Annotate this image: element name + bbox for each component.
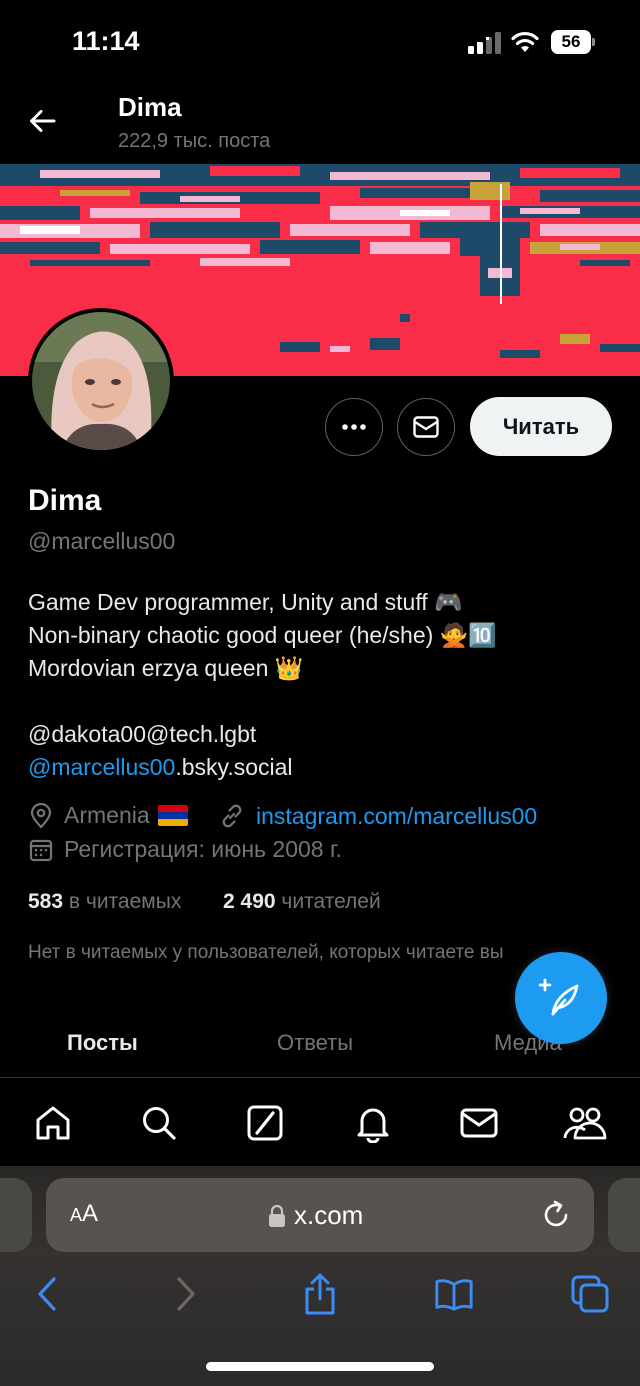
header-post-count: 222,9 тыс. поста	[118, 130, 271, 152]
link-icon	[222, 804, 242, 828]
cellular-signal-icon	[468, 32, 501, 54]
wifi-icon	[511, 31, 539, 52]
more-icon	[342, 424, 366, 430]
bio-line: Mordovian erzya queen 👑	[28, 655, 304, 681]
tabs-button[interactable]	[570, 1272, 610, 1316]
profile-website[interactable]: instagram.com/marcellus00	[218, 802, 537, 830]
bio-line: Non-binary chaotic good queer (he/she) 🙅…	[28, 622, 497, 648]
battery-level: 56	[551, 30, 591, 54]
browser-toolbar: AA x.com	[0, 1166, 640, 1386]
followers-label: читателей	[281, 890, 381, 913]
bio-line: Game Dev programmer, Unity and stuff 🎮	[28, 589, 463, 615]
reader-settings-button[interactable]: AA	[70, 1200, 98, 1228]
previous-tab-preview[interactable]	[0, 1178, 32, 1252]
follow-button[interactable]: Читать	[470, 397, 612, 456]
bio-line-rest: .bsky.social	[175, 754, 293, 780]
display-name: Dima	[28, 484, 102, 517]
grok-icon	[247, 1105, 283, 1141]
follow-stats: 583 в читаемых 2 490 читателей	[28, 890, 381, 914]
location-pin-icon	[30, 802, 52, 829]
nav-grok[interactable]	[243, 1101, 287, 1145]
lock-icon	[269, 1204, 285, 1227]
chevron-left-icon	[38, 1277, 56, 1311]
following-label: в читаемых	[68, 890, 182, 913]
nav-search[interactable]	[137, 1101, 181, 1145]
followers-count: 2 490	[223, 890, 276, 913]
share-button[interactable]	[300, 1272, 340, 1316]
profile-join-date: Регистрация: июнь 2008 г.	[28, 836, 342, 863]
header-name: Dima	[118, 92, 182, 122]
compose-feather-icon	[539, 978, 579, 1016]
battery-indicator: 56	[551, 30, 595, 54]
followers-link[interactable]: 2 490 читателей	[223, 890, 381, 913]
home-indicator[interactable]	[206, 1362, 434, 1371]
bio-mention-link[interactable]: @marcellus00	[28, 754, 175, 780]
message-button[interactable]	[397, 398, 455, 456]
calendar-icon	[29, 839, 53, 861]
join-date-text: Регистрация: июнь 2008 г.	[64, 836, 342, 862]
profile-page: 11:14 56 Dima 222,9 тыс. поста Читать Di…	[0, 0, 640, 1386]
followers-you-know: Нет в читаемых у пользователей, которых …	[28, 942, 504, 963]
aa-small: A	[70, 1205, 83, 1225]
tab-posts[interactable]: Посты	[67, 1030, 138, 1056]
profile-bio: Game Dev programmer, Unity and stuff 🎮 N…	[28, 586, 497, 784]
bio-line: @marcellus00.bsky.social	[28, 751, 497, 784]
communities-icon	[563, 1107, 607, 1140]
book-icon	[435, 1279, 473, 1311]
bio-spacer	[28, 685, 497, 718]
next-tab-preview[interactable]	[608, 1178, 640, 1252]
share-icon	[305, 1273, 335, 1315]
url-text: x.com	[294, 1200, 364, 1230]
tabs-icon	[571, 1275, 609, 1313]
status-bar: 11:14 56	[0, 0, 640, 86]
website-link[interactable]: instagram.com/marcellus00	[256, 803, 537, 830]
profile-avatar[interactable]	[28, 308, 174, 454]
bottom-navigation	[0, 1079, 640, 1167]
compose-post-button[interactable]	[515, 952, 607, 1044]
avatar-photo	[32, 312, 170, 450]
armenia-flag-icon	[157, 805, 188, 826]
home-icon	[36, 1106, 70, 1140]
nav-notifications[interactable]	[351, 1101, 395, 1145]
reload-button[interactable]	[540, 1199, 572, 1231]
url-display[interactable]: x.com	[268, 1200, 363, 1231]
messages-icon	[460, 1108, 498, 1138]
status-time: 11:14	[72, 26, 140, 56]
back-button[interactable]	[22, 100, 64, 142]
notifications-icon	[357, 1108, 389, 1143]
battery-tip	[592, 38, 595, 46]
nav-home[interactable]	[31, 1101, 75, 1145]
location-text: Armenia	[64, 802, 150, 828]
user-handle: @marcellus00	[28, 528, 176, 554]
bookmarks-button[interactable]	[434, 1272, 474, 1316]
search-icon	[143, 1107, 176, 1140]
browser-forward-button[interactable]	[166, 1272, 206, 1316]
following-link[interactable]: 583 в читаемых	[28, 890, 181, 913]
tab-replies[interactable]: Ответы	[277, 1030, 353, 1056]
bio-line: @dakota00@tech.lgbt	[28, 721, 257, 747]
nav-messages[interactable]	[457, 1101, 501, 1145]
address-bar[interactable]: AA x.com	[46, 1178, 594, 1252]
browser-back-button[interactable]	[27, 1272, 67, 1316]
aa-big: A	[82, 1200, 99, 1227]
profile-location: Armenia	[28, 802, 188, 829]
following-count: 583	[28, 890, 64, 913]
chevron-right-icon	[177, 1277, 195, 1311]
nav-communities[interactable]	[563, 1101, 607, 1145]
more-button[interactable]	[325, 398, 383, 456]
mail-icon	[413, 416, 439, 438]
